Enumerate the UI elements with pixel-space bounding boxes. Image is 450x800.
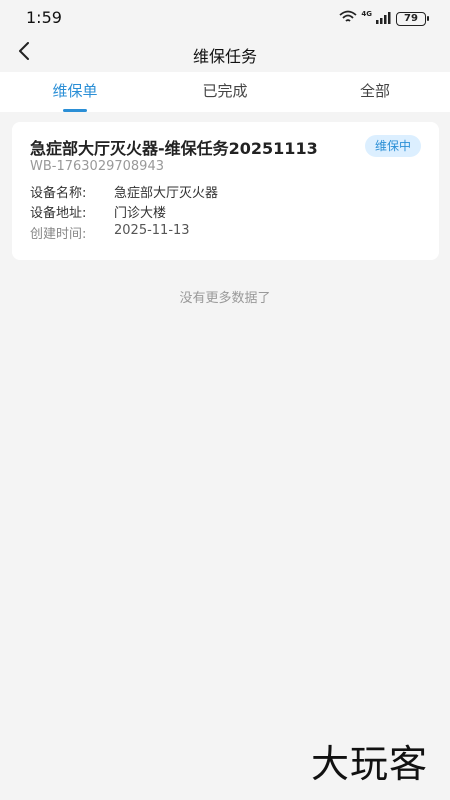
device-address-label: 设备地址:	[30, 206, 87, 221]
task-code: WB-1763029708943	[30, 159, 164, 174]
created-time-row: 创建时间: 2025-11-13	[30, 223, 190, 242]
status-bar: 1:59 4G 79	[0, 0, 450, 34]
created-time-value: 2025-11-13	[114, 223, 190, 238]
status-badge: 维保中	[364, 135, 421, 157]
battery-icon: 79	[396, 11, 429, 26]
device-address-row: 设备地址: 门诊大楼	[30, 202, 166, 221]
tab-all[interactable]: 全部	[300, 72, 450, 112]
page-title: 维保任务	[192, 47, 257, 66]
device-address-value: 门诊大楼	[114, 206, 167, 221]
tab-bar: 维保单 已完成 全部	[0, 72, 450, 112]
created-time-label: 创建时间:	[30, 227, 87, 242]
network-type: 4G	[361, 9, 372, 18]
signal-icon	[376, 9, 392, 28]
task-title: 急症部大厅灭火器-维保任务20251113	[30, 139, 318, 158]
wifi-icon	[339, 9, 357, 28]
status-time: 1:59	[26, 8, 62, 27]
status-icons: 4G 79	[339, 9, 429, 28]
list-end-message: 没有更多数据了	[179, 291, 271, 306]
watermark-logo: 大玩客	[310, 742, 428, 786]
device-name-label: 设备名称:	[30, 186, 87, 201]
tab-completed[interactable]: 已完成	[150, 72, 300, 112]
nav-bar: 维保任务	[0, 34, 450, 72]
task-card[interactable]: 急症部大厅灭火器-维保任务20251113 维保中 WB-17630297089…	[12, 122, 439, 260]
device-name-value: 急症部大厅灭火器	[114, 186, 219, 201]
tab-maintenance-orders[interactable]: 维保单	[0, 72, 150, 112]
device-name-row: 设备名称: 急症部大厅灭火器	[30, 182, 218, 201]
